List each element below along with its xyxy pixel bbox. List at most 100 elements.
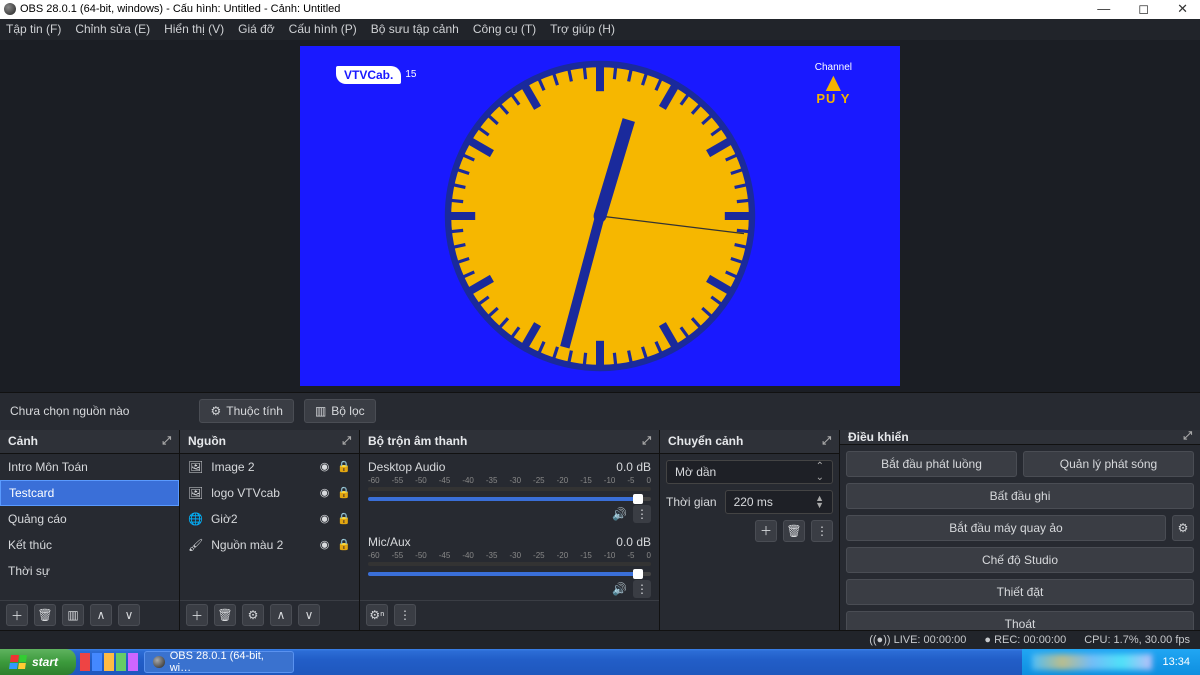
- virtual-cam-settings-button[interactable]: ⚙: [1172, 515, 1194, 541]
- properties-button[interactable]: ⚙ Thuộc tính: [199, 399, 293, 423]
- move-source-down-button[interactable]: ∨: [298, 604, 320, 626]
- scene-item[interactable]: Kết thúc: [0, 532, 179, 558]
- lock-icon[interactable]: 🔒: [337, 460, 351, 473]
- controls-title: Điều khiển: [848, 430, 909, 444]
- audio-meter: [368, 562, 651, 566]
- add-scene-button[interactable]: ＋: [6, 604, 28, 626]
- move-scene-up-button[interactable]: ∧: [90, 604, 112, 626]
- controls-panel: Điều khiển ⤢ Bắt đầu phát luồng Quản lý …: [840, 430, 1200, 630]
- visibility-icon[interactable]: ◉: [320, 538, 330, 551]
- start-recording-button[interactable]: Bất đầu ghi: [846, 483, 1194, 509]
- duration-label: Thời gian: [666, 495, 717, 509]
- duration-spinbox[interactable]: 220 ms ▲▼: [725, 490, 833, 514]
- dock-panels: Cảnh ⤢ Intro Môn ToánTestcardQuảng cáoKế…: [0, 430, 1200, 630]
- speaker-icon[interactable]: 🔊: [612, 582, 627, 596]
- mixer-channel: Mic/Aux 0.0 dB -60-55-50-45-40-35-30-25-…: [360, 529, 659, 600]
- menu-view[interactable]: Hiển thị (V): [164, 22, 224, 36]
- menu-file[interactable]: Tập tin (F): [6, 22, 61, 36]
- move-scene-down-button[interactable]: ∨: [118, 604, 140, 626]
- audio-mixer-panel: Bộ trộn âm thanh ⤢ Desktop Audio 0.0 dB …: [360, 430, 660, 630]
- add-source-button[interactable]: ＋: [186, 604, 208, 626]
- scene-item[interactable]: Quảng cáo: [0, 506, 179, 532]
- minimize-button[interactable]: —: [1097, 1, 1110, 17]
- scenes-title: Cảnh: [8, 434, 38, 448]
- channel-menu-button[interactable]: ⋮: [633, 580, 651, 598]
- transition-menu-button[interactable]: ⋮: [811, 520, 833, 542]
- status-live: ((●)) LIVE: 00:00:00: [869, 634, 966, 646]
- lock-icon[interactable]: 🔒: [337, 512, 351, 525]
- volume-slider[interactable]: [368, 572, 651, 576]
- logo-channel-v: Channel ▲ PU Y: [815, 62, 852, 106]
- delete-transition-button[interactable]: 🗑: [783, 520, 805, 542]
- popout-icon[interactable]: ⤢: [642, 435, 651, 448]
- move-source-up-button[interactable]: ∧: [270, 604, 292, 626]
- speaker-icon[interactable]: 🔊: [612, 507, 627, 521]
- channel-db: 0.0 dB: [616, 535, 651, 549]
- filters-button[interactable]: ▥ Bộ lọc: [304, 399, 376, 423]
- menu-profile[interactable]: Cấu hình (P): [289, 22, 357, 36]
- start-button[interactable]: start: [0, 649, 76, 675]
- tray-icons[interactable]: [1032, 654, 1152, 670]
- source-item[interactable]: 🖼 Image 2 ◉ 🔒: [180, 454, 359, 480]
- popout-icon[interactable]: ⤢: [822, 435, 831, 448]
- add-transition-button[interactable]: ＋: [755, 520, 777, 542]
- statusbar: ((●)) LIVE: 00:00:00 ● REC: 00:00:00 CPU…: [0, 630, 1200, 649]
- menu-dock[interactable]: Giá đỡ: [238, 22, 275, 36]
- mixer-menu-button[interactable]: ⋮: [394, 604, 416, 626]
- quick-launch[interactable]: [80, 653, 138, 671]
- sources-title: Nguồn: [188, 434, 226, 448]
- scene-item[interactable]: Intro Môn Toán: [0, 454, 179, 480]
- source-properties-button[interactable]: ⚙: [242, 604, 264, 626]
- advanced-audio-button[interactable]: ⚙ⁿ: [366, 604, 388, 626]
- source-item[interactable]: 🖌 Nguồn màu 2 ◉ 🔒: [180, 532, 359, 558]
- source-type-icon: 🌐: [188, 512, 203, 526]
- source-item[interactable]: 🖼 logo VTVcab ◉ 🔒: [180, 480, 359, 506]
- channel-menu-button[interactable]: ⋮: [633, 505, 651, 523]
- visibility-icon[interactable]: ◉: [320, 512, 330, 525]
- scenes-panel: Cảnh ⤢ Intro Môn ToánTestcardQuảng cáoKế…: [0, 430, 180, 630]
- studio-mode-button[interactable]: Chế độ Studio: [846, 547, 1194, 573]
- transition-select[interactable]: Mờ dần ⌃⌄: [666, 460, 833, 484]
- scene-filters-button[interactable]: ▥: [62, 604, 84, 626]
- visibility-icon[interactable]: ◉: [320, 486, 330, 499]
- taskbar-item-obs[interactable]: OBS 28.0.1 (64-bit, wi…: [144, 651, 294, 673]
- manage-broadcast-button[interactable]: Quản lý phát sóng: [1023, 451, 1194, 477]
- filters-icon: ▥: [315, 404, 326, 418]
- sources-panel: Nguồn ⤢ 🖼 Image 2 ◉ 🔒🖼 logo VTVcab ◉ 🔒🌐 …: [180, 430, 360, 630]
- popout-icon[interactable]: ⤢: [162, 435, 171, 448]
- popout-icon[interactable]: ⤢: [342, 435, 351, 448]
- status-cpu: CPU: 1.7%, 30.00 fps: [1084, 634, 1190, 646]
- obs-task-icon: [153, 656, 165, 668]
- source-item[interactable]: 🌐 Giờ2 ◉ 🔒: [180, 506, 359, 532]
- delete-scene-button[interactable]: 🗑: [34, 604, 56, 626]
- menu-help[interactable]: Trợ giúp (H): [550, 22, 615, 36]
- start-streaming-button[interactable]: Bắt đầu phát luồng: [846, 451, 1017, 477]
- channel-name: Mic/Aux: [368, 535, 411, 549]
- db-scale: -60-55-50-45-40-35-30-25-20-15-10-50: [368, 476, 651, 485]
- chevron-updown-icon: ⌃⌄: [816, 461, 824, 483]
- preview-area[interactable]: VTVCab. 15 Channel ▲ PU Y: [0, 40, 1200, 392]
- delete-source-button[interactable]: 🗑: [214, 604, 236, 626]
- lock-icon[interactable]: 🔒: [337, 538, 351, 551]
- volume-slider[interactable]: [368, 497, 651, 501]
- close-button[interactable]: ✕: [1177, 1, 1188, 17]
- source-type-icon: 🖌: [188, 538, 203, 552]
- menu-tools[interactable]: Công cụ (T): [473, 22, 536, 36]
- mixer-channel: Desktop Audio 0.0 dB -60-55-50-45-40-35-…: [360, 454, 659, 529]
- obs-app-icon: [4, 3, 16, 15]
- source-label: Nguồn màu 2: [211, 538, 283, 552]
- audio-meter: [368, 487, 651, 491]
- settings-button[interactable]: Thiết đặt: [846, 579, 1194, 605]
- scene-item[interactable]: Thời sự: [0, 558, 179, 584]
- maximize-button[interactable]: ◻: [1138, 1, 1149, 17]
- start-virtual-cam-button[interactable]: Bắt đầu máy quay ảo: [846, 515, 1166, 541]
- scene-item[interactable]: Testcard: [0, 480, 179, 506]
- menu-edit[interactable]: Chỉnh sửa (E): [75, 22, 150, 36]
- system-tray[interactable]: 13:34: [1022, 649, 1200, 675]
- menu-scene-collection[interactable]: Bộ sưu tập cảnh: [371, 22, 459, 36]
- lock-icon[interactable]: 🔒: [337, 486, 351, 499]
- tray-clock: 13:34: [1162, 656, 1190, 668]
- visibility-icon[interactable]: ◉: [320, 460, 330, 473]
- popout-icon[interactable]: ⤢: [1183, 430, 1192, 443]
- source-toolbar: Chưa chọn nguồn nào ⚙ Thuộc tính ▥ Bộ lọ…: [0, 392, 1200, 430]
